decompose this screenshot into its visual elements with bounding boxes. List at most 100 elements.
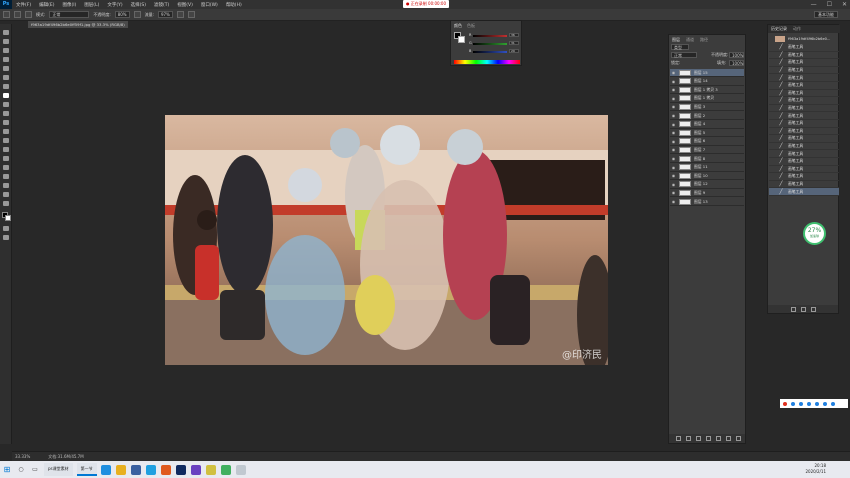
tab-actions[interactable]: 动作 bbox=[793, 26, 801, 32]
history-snapshot[interactable]: f963a19df496b2b6e0... bbox=[769, 35, 839, 43]
history-item[interactable]: ╱ 画笔工具 bbox=[769, 181, 839, 189]
ime-tools-icon[interactable] bbox=[831, 401, 835, 406]
system-clock[interactable]: 20:18 2020/2/11 bbox=[805, 463, 826, 475]
menu-file[interactable]: 文件(F) bbox=[12, 2, 35, 8]
workspace-select[interactable]: 基本功能 bbox=[814, 11, 838, 18]
quick-mask-icon[interactable] bbox=[3, 226, 9, 231]
link-layers-icon[interactable] bbox=[676, 436, 681, 441]
recording-indicator[interactable]: ● 正在录制 00:00:00 bbox=[403, 0, 449, 8]
zoom-level[interactable]: 33.33% bbox=[15, 454, 30, 459]
brush-preset-icon[interactable] bbox=[3, 11, 10, 18]
document-tab[interactable]: f963a19df496b2b6e0ff59f1.jpg @ 33.3% (RG… bbox=[28, 21, 128, 28]
visibility-eye-icon[interactable]: ◉ bbox=[670, 96, 677, 101]
minimize-icon[interactable]: — bbox=[811, 1, 817, 8]
layer-row[interactable]: ◉ 图层 15 bbox=[670, 69, 744, 77]
layer-row[interactable]: ◉ 图层 9 bbox=[670, 189, 744, 198]
new-snapshot-icon[interactable] bbox=[800, 306, 806, 312]
blue-slider[interactable] bbox=[473, 51, 507, 53]
pen-tool-icon[interactable] bbox=[3, 156, 9, 161]
search-icon[interactable]: ○ bbox=[14, 466, 28, 473]
ime-voice-icon[interactable] bbox=[807, 401, 811, 406]
background-color-swatch[interactable] bbox=[5, 215, 11, 221]
history-item[interactable]: ╱ 画笔工具 bbox=[769, 112, 839, 120]
edge-browser-icon[interactable] bbox=[101, 464, 112, 475]
dodge-tool-icon[interactable] bbox=[3, 147, 9, 152]
history-item[interactable]: ╱ 画笔工具 bbox=[769, 120, 839, 128]
history-item[interactable]: ╱ 画笔工具 bbox=[769, 52, 839, 60]
layer-row[interactable]: ◉ 图层 2 bbox=[670, 112, 744, 120]
layer-style-icon[interactable] bbox=[686, 436, 691, 441]
file-explorer-icon[interactable] bbox=[116, 464, 127, 475]
history-item[interactable]: ╱ 画笔工具 bbox=[769, 90, 839, 98]
visibility-eye-icon[interactable]: ◉ bbox=[670, 113, 677, 118]
layer-opacity-field[interactable]: 100% bbox=[729, 52, 744, 58]
menu-filter[interactable]: 滤镜(T) bbox=[150, 2, 173, 8]
layer-row[interactable]: ◉ 图层 10 bbox=[670, 172, 744, 181]
history-item[interactable]: ╱ 画笔工具 bbox=[769, 67, 839, 75]
lasso-tool-icon[interactable] bbox=[3, 48, 9, 53]
visibility-eye-icon[interactable]: ◉ bbox=[670, 190, 677, 195]
menu-select[interactable]: 选择(S) bbox=[127, 2, 150, 8]
layer-row[interactable]: ◉ 图层 7 bbox=[670, 146, 744, 155]
healing-tool-icon[interactable] bbox=[3, 84, 9, 89]
ime-language-icon[interactable] bbox=[791, 401, 795, 406]
menu-image[interactable]: 图像(I) bbox=[58, 2, 80, 8]
history-item[interactable]: ╱ 画笔工具 bbox=[769, 128, 839, 136]
green-value[interactable]: 31 bbox=[509, 41, 519, 45]
layer-row[interactable]: ◉ 图层 11 bbox=[670, 164, 744, 172]
notes-app-icon[interactable] bbox=[206, 464, 217, 475]
fill-field[interactable]: 100% bbox=[729, 60, 744, 66]
hand-tool-icon[interactable] bbox=[3, 192, 9, 197]
video-app-icon[interactable] bbox=[191, 464, 202, 475]
tab-swatches[interactable]: 色板 bbox=[467, 23, 475, 29]
add-mask-icon[interactable] bbox=[696, 436, 701, 441]
document-size[interactable]: 文档:31.6M/45.7M bbox=[48, 454, 83, 460]
quick-select-tool-icon[interactable] bbox=[3, 57, 9, 62]
task-view-icon[interactable]: ▭ bbox=[28, 466, 42, 473]
visibility-eye-icon[interactable]: ◉ bbox=[670, 147, 677, 152]
brush-size-icon[interactable] bbox=[14, 11, 21, 18]
history-item[interactable]: ╱ 画笔工具 bbox=[769, 97, 839, 105]
ime-logo-icon[interactable] bbox=[783, 401, 787, 406]
history-item[interactable]: ╱ 画笔工具 bbox=[769, 158, 839, 166]
screen-mode-icon[interactable] bbox=[3, 235, 9, 240]
tab-paths[interactable]: 路径 bbox=[700, 37, 708, 43]
start-menu-icon[interactable]: ⊞ bbox=[0, 465, 14, 474]
menu-help[interactable]: 帮助(H) bbox=[222, 2, 246, 8]
pressure-opacity-icon[interactable] bbox=[133, 11, 141, 18]
blur-tool-icon[interactable] bbox=[3, 138, 9, 143]
crop-tool-icon[interactable] bbox=[3, 66, 9, 71]
maximize-icon[interactable]: ☐ bbox=[827, 1, 832, 8]
path-select-tool-icon[interactable] bbox=[3, 174, 9, 179]
flow-field[interactable]: 97% bbox=[157, 11, 173, 18]
shape-tool-icon[interactable] bbox=[3, 183, 9, 188]
history-item[interactable]: ╱ 画笔工具 bbox=[769, 173, 839, 181]
layer-row[interactable]: ◉ 图层 8 bbox=[670, 155, 744, 163]
color-spectrum[interactable] bbox=[454, 60, 520, 64]
visibility-eye-icon[interactable]: ◉ bbox=[670, 104, 677, 109]
tab-channels[interactable]: 通道 bbox=[686, 37, 694, 43]
ime-skin-icon[interactable] bbox=[823, 401, 827, 406]
visibility-eye-icon[interactable]: ◉ bbox=[670, 182, 677, 187]
history-item[interactable]: ╱ 画笔工具 bbox=[769, 59, 839, 67]
visibility-eye-icon[interactable]: ◉ bbox=[670, 156, 677, 161]
marquee-tool-icon[interactable] bbox=[3, 39, 9, 44]
recorder-app-icon[interactable] bbox=[161, 464, 172, 475]
red-slider[interactable] bbox=[473, 35, 507, 37]
layer-row[interactable]: ◉ 图层 13 bbox=[670, 198, 744, 206]
visibility-eye-icon[interactable]: ◉ bbox=[670, 139, 677, 144]
layer-row[interactable]: ◉ 图层 1 拷贝 bbox=[670, 95, 744, 103]
layer-row[interactable]: ◉ 图层 5 bbox=[670, 129, 744, 138]
opacity-field[interactable]: 80% bbox=[114, 11, 130, 18]
history-item[interactable]: ╱ 画笔工具 bbox=[769, 143, 839, 151]
menu-type[interactable]: 文字(Y) bbox=[103, 2, 126, 8]
chrome-icon[interactable] bbox=[236, 464, 247, 475]
history-item[interactable]: ╱ 画笔工具 bbox=[769, 105, 839, 113]
green-slider[interactable] bbox=[473, 43, 507, 45]
delete-layer-icon[interactable] bbox=[736, 436, 741, 441]
layer-row[interactable]: ◉ 图层 3 bbox=[670, 103, 744, 112]
close-icon[interactable]: ✕ bbox=[842, 1, 847, 8]
type-tool-icon[interactable] bbox=[3, 165, 9, 170]
history-item[interactable]: ╱ 画笔工具 bbox=[769, 150, 839, 158]
new-layer-icon[interactable] bbox=[726, 436, 731, 441]
